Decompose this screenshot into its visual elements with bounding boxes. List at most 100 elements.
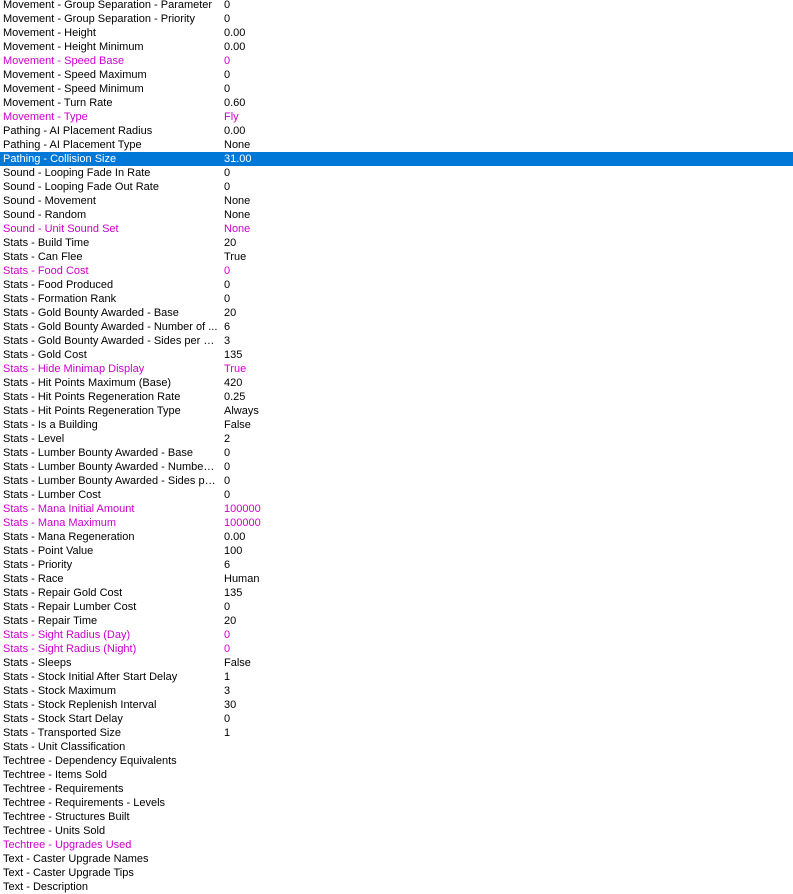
field-value: 20	[224, 615, 237, 627]
field-name: Stats - Lumber Bounty Awarded - Base	[3, 447, 193, 459]
field-row[interactable]: Stats - Gold Cost 135	[0, 348, 793, 362]
field-row[interactable]: Stats - Hit Points Maximum (Base) 420	[0, 376, 793, 390]
field-row[interactable]: Stats - Sleeps False	[0, 656, 793, 670]
field-name: Techtree - Upgrades Used	[3, 839, 132, 851]
field-row[interactable]: Stats - Repair Gold Cost 135	[0, 586, 793, 600]
field-row[interactable]: Stats - Gold Bounty Awarded - Sides per …	[0, 334, 793, 348]
field-name: Pathing - Collision Size	[3, 153, 117, 165]
field-row[interactable]: Techtree - Dependency Equivalents	[0, 754, 793, 768]
field-row[interactable]: Stats - Hit Points Regeneration Rate 0.25	[0, 390, 793, 404]
field-row[interactable]: Stats - Hit Points Regeneration Type Alwa…	[0, 404, 793, 418]
field-row[interactable]: Stats - Lumber Bounty Awarded - Number o…	[0, 460, 793, 474]
field-row[interactable]: Stats - Level 2	[0, 432, 793, 446]
field-row[interactable]: Stats - Unit Classification	[0, 740, 793, 754]
field-value: 0	[224, 601, 231, 613]
field-row[interactable]: Stats - Sight Radius (Night) 0	[0, 642, 793, 656]
field-row[interactable]: Pathing - AI Placement Type None	[0, 138, 793, 152]
field-row[interactable]: Movement - Speed Minimum 0	[0, 82, 793, 96]
field-row[interactable]: Techtree - Upgrades Used	[0, 838, 793, 852]
field-name: Stats - Formation Rank	[3, 293, 117, 305]
field-row[interactable]: Stats - Mana Regeneration 0.00	[0, 530, 793, 544]
field-row[interactable]: Stats - Sight Radius (Day) 0	[0, 628, 793, 642]
field-row[interactable]: Techtree - Units Sold	[0, 824, 793, 838]
field-name: Movement - Type	[3, 111, 88, 123]
field-value: 1	[224, 727, 231, 739]
field-row[interactable]: Movement - Group Separation - Priority 0	[0, 12, 793, 26]
field-value: Human	[224, 573, 260, 585]
field-row[interactable]: Stats - Mana Maximum 100000	[0, 516, 793, 530]
field-value: 0	[224, 713, 231, 725]
field-row[interactable]: Stats - Formation Rank 0	[0, 292, 793, 306]
field-name: Stats - Hit Points Regeneration Rate	[3, 391, 181, 403]
field-row[interactable]: Stats - Lumber Cost 0	[0, 488, 793, 502]
field-value: 0	[224, 475, 231, 487]
field-row[interactable]: Pathing - Collision Size 31.00	[0, 152, 793, 166]
field-value: 0.00	[224, 125, 246, 137]
field-name: Stats - Priority	[3, 559, 73, 571]
field-name: Techtree - Items Sold	[3, 769, 107, 781]
field-value: 0	[224, 181, 231, 193]
field-row[interactable]: Movement - Height 0.00	[0, 26, 793, 40]
field-row[interactable]: Movement - Type Fly	[0, 110, 793, 124]
field-row[interactable]: Stats - Can Flee True	[0, 250, 793, 264]
field-name: Stats - Stock Initial After Start Delay	[3, 671, 178, 683]
field-row[interactable]: Movement - Height Minimum 0.00	[0, 40, 793, 54]
field-row[interactable]: Stats - Repair Time 20	[0, 614, 793, 628]
field-row[interactable]: Stats - Gold Bounty Awarded - Base 20	[0, 306, 793, 320]
field-value: 0	[224, 0, 231, 11]
field-row[interactable]: Stats - Mana Initial Amount 100000	[0, 502, 793, 516]
field-name: Stats - Sight Radius (Night)	[3, 643, 137, 655]
field-row[interactable]: Sound - Random None	[0, 208, 793, 222]
field-row[interactable]: Sound - Looping Fade In Rate 0	[0, 166, 793, 180]
field-row[interactable]: Text - Caster Upgrade Names	[0, 852, 793, 866]
field-row[interactable]: Sound - Unit Sound Set None	[0, 222, 793, 236]
field-row[interactable]: Stats - Stock Initial After Start Delay 1	[0, 670, 793, 684]
field-name: Sound - Looping Fade Out Rate	[3, 181, 159, 193]
field-name: Stats - Mana Regeneration	[3, 531, 135, 543]
field-row[interactable]: Stats - Lumber Bounty Awarded - Base 0	[0, 446, 793, 460]
field-row[interactable]: Stats - Transported Size 1	[0, 726, 793, 740]
field-row[interactable]: Stats - Stock Start Delay 0	[0, 712, 793, 726]
field-name: Stats - Mana Maximum	[3, 517, 117, 529]
field-name: Movement - Speed Minimum	[3, 83, 144, 95]
field-name: Stats - Food Produced	[3, 279, 114, 291]
field-row[interactable]: Stats - Is a Building False	[0, 418, 793, 432]
field-row[interactable]: Movement - Turn Rate 0.60	[0, 96, 793, 110]
field-name: Techtree - Dependency Equivalents	[3, 755, 177, 767]
field-row[interactable]: Stats - Stock Maximum 3	[0, 684, 793, 698]
field-row[interactable]: Stats - Build Time 20	[0, 236, 793, 250]
field-value: 100	[224, 545, 243, 557]
field-row[interactable]: Stats - Hide Minimap Display True	[0, 362, 793, 376]
field-name: Stats - Repair Gold Cost	[3, 587, 123, 599]
field-row[interactable]: Stats - Gold Bounty Awarded - Number of …	[0, 320, 793, 334]
field-row[interactable]: Stats - Stock Replenish Interval 30	[0, 698, 793, 712]
field-row[interactable]: Techtree - Structures Built	[0, 810, 793, 824]
field-row[interactable]: Stats - Point Value 100	[0, 544, 793, 558]
field-row[interactable]: Stats - Race Human	[0, 572, 793, 586]
field-value: None	[224, 139, 251, 151]
field-name: Stats - Is a Building	[3, 419, 98, 431]
field-row[interactable]: Sound - Movement None	[0, 194, 793, 208]
field-value: None	[224, 223, 251, 235]
field-name: Stats - Stock Start Delay	[3, 713, 123, 725]
field-row[interactable]: Techtree - Requirements	[0, 782, 793, 796]
field-row[interactable]: Movement - Group Separation - Parameter 0	[0, 0, 793, 12]
field-row[interactable]: Stats - Repair Lumber Cost 0	[0, 600, 793, 614]
field-row[interactable]: Stats - Food Produced 0	[0, 278, 793, 292]
field-name: Stats - Stock Replenish Interval	[3, 699, 157, 711]
field-value: 0.60	[224, 97, 246, 109]
field-row[interactable]: Movement - Speed Maximum 0	[0, 68, 793, 82]
field-row[interactable]: Movement - Speed Base 0	[0, 54, 793, 68]
field-name: Stats - Lumber Bounty Awarded - Number o…	[3, 461, 218, 473]
field-row[interactable]: Techtree - Items Sold	[0, 768, 793, 782]
field-value: 31.00	[224, 153, 252, 165]
field-row[interactable]: Text - Caster Upgrade Tips	[0, 866, 793, 880]
field-row[interactable]: Stats - Food Cost 0	[0, 264, 793, 278]
field-row[interactable]: Sound - Looping Fade Out Rate 0	[0, 180, 793, 194]
field-row[interactable]: Techtree - Requirements - Levels	[0, 796, 793, 810]
field-row[interactable]: Pathing - AI Placement Radius 0.00	[0, 124, 793, 138]
field-row[interactable]: Text - Description	[0, 880, 793, 894]
field-value: Fly	[224, 111, 239, 123]
field-row[interactable]: Stats - Lumber Bounty Awarded - Sides pe…	[0, 474, 793, 488]
field-row[interactable]: Stats - Priority 6	[0, 558, 793, 572]
